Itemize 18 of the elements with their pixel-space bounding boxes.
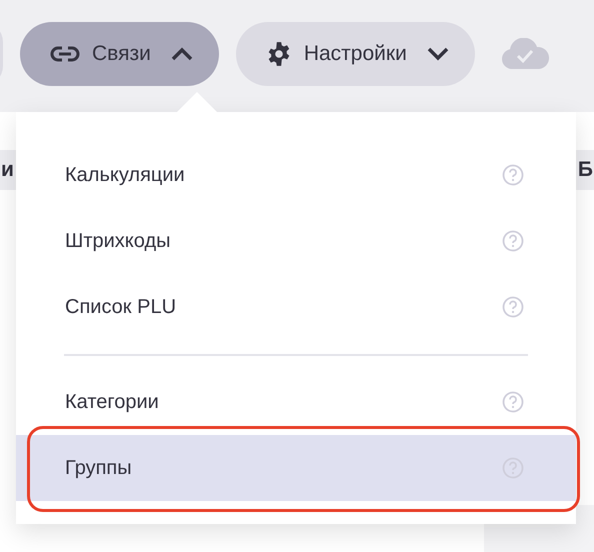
help-icon[interactable] — [502, 164, 524, 186]
help-icon[interactable] — [502, 391, 524, 413]
column-header: Б — [578, 157, 593, 184]
menu-item[interactable]: Группы — [16, 435, 576, 501]
column-header: и — [1, 157, 14, 184]
menu-button[interactable]: Связи — [20, 22, 219, 86]
menu-item[interactable]: Калькуляции — [16, 142, 576, 208]
caret-up-icon — [170, 47, 193, 61]
cloud-check-icon — [500, 38, 550, 70]
help-icon[interactable] — [502, 296, 524, 318]
help-icon[interactable] — [502, 230, 524, 252]
menu-item[interactable]: Список PLU — [16, 274, 576, 340]
link-icon — [50, 46, 80, 62]
caret-down-icon — [426, 47, 449, 61]
menu-item[interactable]: Штрихкоды — [16, 208, 576, 274]
menu-item[interactable]: Категории — [16, 369, 576, 435]
menu-button[interactable]: Настройки — [236, 22, 475, 86]
gear-icon — [266, 41, 292, 67]
